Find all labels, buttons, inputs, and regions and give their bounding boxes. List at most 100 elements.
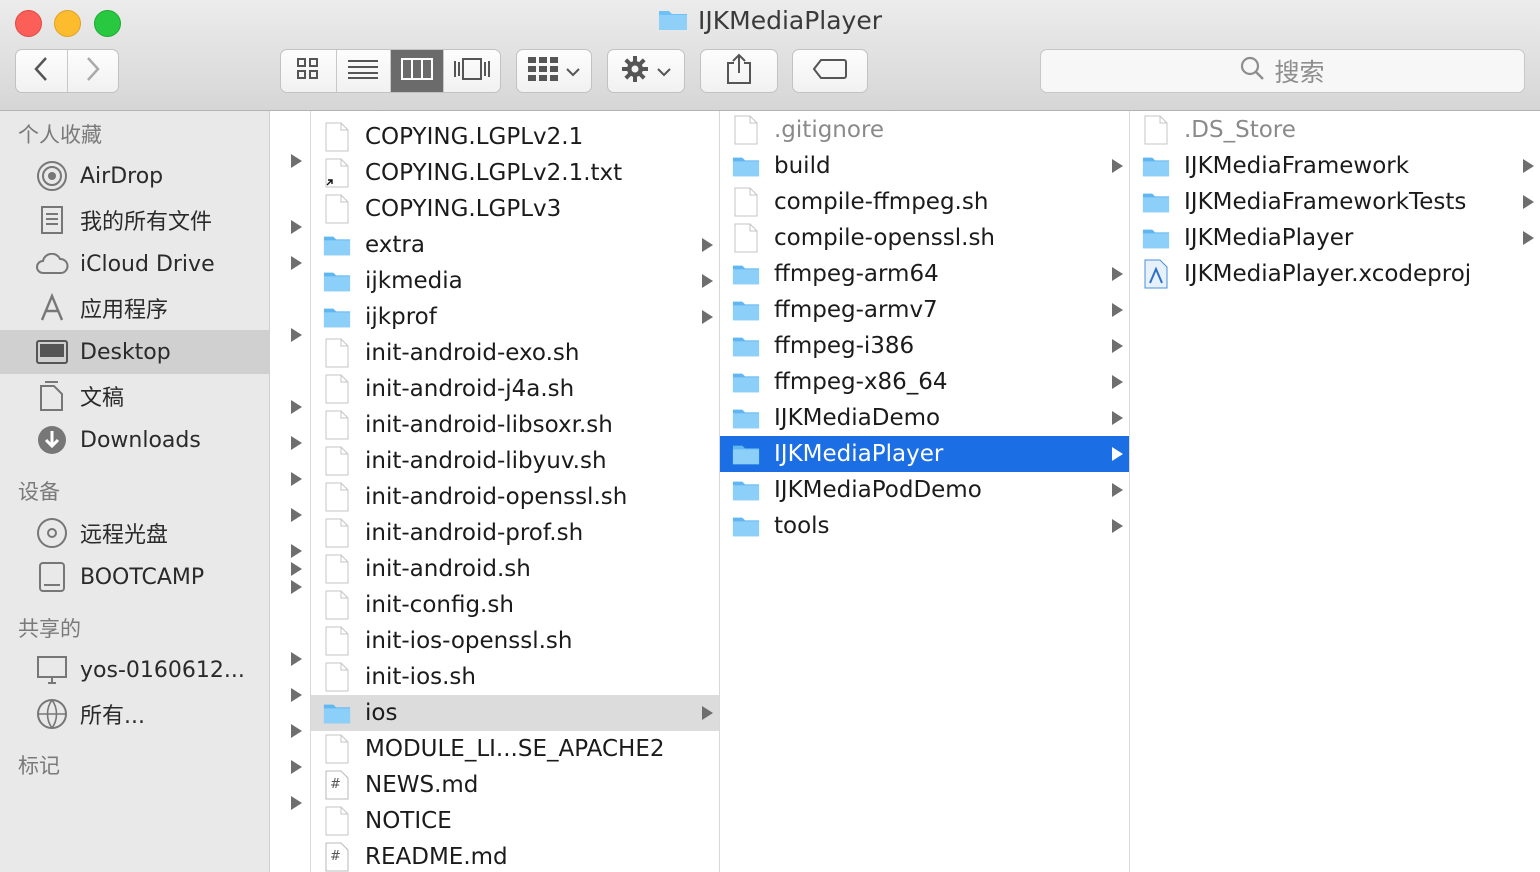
back-button[interactable] bbox=[16, 50, 68, 92]
file-row[interactable]: COPYING.LGPLv2.1.txt bbox=[311, 155, 719, 191]
file-row[interactable]: MODULE_LI...SE_APACHE2 bbox=[311, 731, 719, 767]
file-row[interactable]: init-android-prof.sh bbox=[311, 515, 719, 551]
file-row[interactable]: init-android-j4a.sh bbox=[311, 371, 719, 407]
list-view-button[interactable] bbox=[337, 50, 391, 92]
file-row[interactable]: compile-ffmpeg.sh bbox=[720, 184, 1129, 220]
disclosure-arrow-icon[interactable] bbox=[291, 472, 302, 486]
folder-row[interactable]: ijkprof bbox=[311, 299, 719, 335]
folder-row[interactable]: ffmpeg-i386 bbox=[720, 328, 1129, 364]
sidebar-item[interactable]: BOOTCAMP bbox=[0, 555, 269, 599]
sidebar-item[interactable]: 文稿 bbox=[0, 374, 269, 418]
file-row[interactable]: # README.md bbox=[311, 839, 719, 872]
file-row[interactable]: NOTICE bbox=[311, 803, 719, 839]
sidebar-item[interactable]: Downloads bbox=[0, 418, 269, 462]
file-row[interactable]: COPYING.LGPLv3 bbox=[311, 191, 719, 227]
sidebar-item[interactable]: iCloud Drive bbox=[0, 242, 269, 286]
file-icon bbox=[323, 482, 351, 512]
file-icon bbox=[323, 518, 351, 548]
file-row[interactable]: init-ios-openssl.sh bbox=[311, 623, 719, 659]
disclosure-arrow-icon[interactable] bbox=[291, 154, 302, 168]
item-name: IJKMediaPlayer bbox=[774, 441, 944, 467]
file-row[interactable]: IJKMediaPlayer.xcodeproj bbox=[1130, 256, 1540, 292]
sidebar-item-label: BOOTCAMP bbox=[80, 564, 205, 590]
item-name: init-android.sh bbox=[365, 556, 531, 582]
folder-row[interactable]: ffmpeg-armv7 bbox=[720, 292, 1129, 328]
action-button[interactable] bbox=[607, 49, 685, 93]
disclosure-arrow-icon bbox=[1112, 148, 1123, 184]
folder-row[interactable]: IJKMediaPlayer bbox=[1130, 220, 1540, 256]
disclosure-arrow-icon[interactable] bbox=[291, 220, 302, 234]
disclosure-arrow-icon[interactable] bbox=[291, 796, 302, 810]
toolbar: IJKMediaPlayer 搜索 bbox=[0, 0, 1540, 111]
folder-row[interactable]: IJKMediaFrameworkTests bbox=[1130, 184, 1540, 220]
folder-icon bbox=[323, 698, 351, 728]
folder-row[interactable]: IJKMediaFramework bbox=[1130, 148, 1540, 184]
file-icon bbox=[323, 446, 351, 476]
folder-row[interactable]: extra bbox=[311, 227, 719, 263]
disclosure-arrow-icon[interactable] bbox=[291, 688, 302, 702]
icon-view-button[interactable] bbox=[281, 50, 337, 92]
file-row[interactable]: COPYING.LGPLv2.1 bbox=[311, 119, 719, 155]
disclosure-arrow-icon[interactable] bbox=[291, 544, 302, 558]
share-button[interactable] bbox=[700, 49, 778, 93]
disclosure-arrow-icon[interactable] bbox=[291, 508, 302, 522]
column-view-button[interactable] bbox=[390, 50, 445, 92]
item-name: IJKMediaPodDemo bbox=[774, 477, 982, 503]
disclosure-arrow-icon bbox=[1112, 328, 1123, 364]
file-row[interactable]: .gitignore bbox=[720, 112, 1129, 148]
disclosure-arrow-icon[interactable] bbox=[291, 436, 302, 450]
file-row[interactable]: init-config.sh bbox=[311, 587, 719, 623]
item-name: README.md bbox=[365, 844, 508, 870]
folder-row[interactable]: build bbox=[720, 148, 1129, 184]
sidebar-item[interactable]: 远程光盘 bbox=[0, 511, 269, 555]
folder-row[interactable]: ios bbox=[311, 695, 719, 731]
item-name: ffmpeg-armv7 bbox=[774, 297, 938, 323]
sidebar-item[interactable]: 我的所有文件 bbox=[0, 198, 269, 242]
file-row[interactable]: compile-openssl.sh bbox=[720, 220, 1129, 256]
folder-icon bbox=[323, 266, 351, 296]
folder-row[interactable]: IJKMediaPlayer bbox=[720, 436, 1129, 472]
sidebar-item[interactable]: yos-0160612... bbox=[0, 648, 269, 692]
disclosure-arrow-icon[interactable] bbox=[291, 400, 302, 414]
arrange-button[interactable] bbox=[516, 49, 592, 93]
column-1: COPYING.LGPLv2.1 COPYING.LGPLv2.1.txt COPY… bbox=[311, 111, 720, 872]
folder-row[interactable]: IJKMediaPodDemo bbox=[720, 472, 1129, 508]
folder-row[interactable]: tools bbox=[720, 508, 1129, 544]
folder-icon bbox=[732, 331, 760, 361]
folder-row[interactable]: IJKMediaDemo bbox=[720, 400, 1129, 436]
file-row[interactable]: .DS_Store bbox=[1130, 112, 1540, 148]
forward-button[interactable] bbox=[68, 50, 119, 92]
search-field[interactable]: 搜索 bbox=[1040, 49, 1525, 93]
folder-row[interactable]: ijkmedia bbox=[311, 263, 719, 299]
coverflow-view-button[interactable] bbox=[444, 50, 500, 92]
folder-row[interactable]: ffmpeg-x86_64 bbox=[720, 364, 1129, 400]
disclosure-arrow-icon bbox=[702, 227, 713, 263]
sidebar-section-header: 标记 bbox=[18, 754, 60, 778]
file-row[interactable]: # NEWS.md bbox=[311, 767, 719, 803]
sidebar-section-header: 共享的 bbox=[18, 617, 81, 641]
sidebar-item[interactable]: Desktop bbox=[0, 330, 269, 374]
applications-icon bbox=[34, 290, 70, 326]
disclosure-arrow-icon[interactable] bbox=[291, 580, 302, 594]
file-row[interactable]: init-android-libsoxr.sh bbox=[311, 407, 719, 443]
disclosure-arrow-icon[interactable] bbox=[291, 760, 302, 774]
disclosure-arrow-icon[interactable] bbox=[291, 652, 302, 666]
tags-button[interactable] bbox=[792, 49, 868, 93]
disclosure-arrow-icon[interactable] bbox=[291, 724, 302, 738]
file-row[interactable]: init-android-exo.sh bbox=[311, 335, 719, 371]
item-name: ffmpeg-x86_64 bbox=[774, 369, 948, 395]
file-row[interactable]: init-android-libyuv.sh bbox=[311, 443, 719, 479]
folder-row[interactable]: ffmpeg-arm64 bbox=[720, 256, 1129, 292]
item-name: .gitignore bbox=[774, 117, 885, 143]
item-name: IJKMediaDemo bbox=[774, 405, 941, 431]
file-row[interactable]: init-android.sh bbox=[311, 551, 719, 587]
disclosure-arrow-icon[interactable] bbox=[291, 328, 302, 342]
sidebar-item[interactable]: 应用程序 bbox=[0, 286, 269, 330]
sidebar-item[interactable]: 所有... bbox=[0, 692, 269, 736]
disclosure-arrow-icon[interactable] bbox=[291, 562, 302, 576]
disclosure-arrow-icon[interactable] bbox=[291, 256, 302, 270]
file-row[interactable]: init-android-openssl.sh bbox=[311, 479, 719, 515]
folder-icon bbox=[732, 403, 760, 433]
file-row[interactable]: init-ios.sh bbox=[311, 659, 719, 695]
sidebar-item[interactable]: AirDrop bbox=[0, 154, 269, 198]
